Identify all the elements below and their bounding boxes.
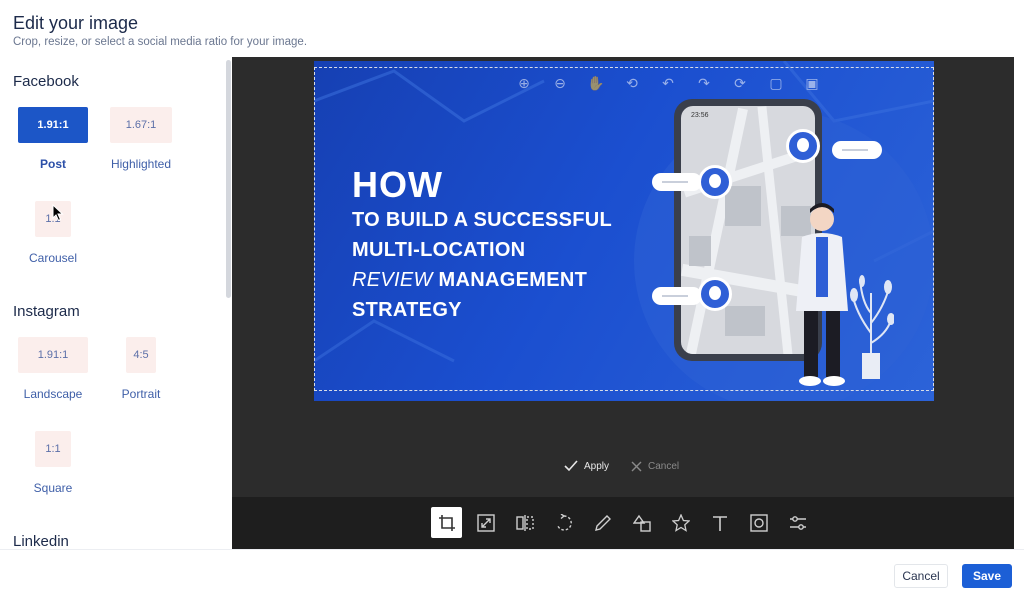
ratio-label: Highlighted [110, 157, 172, 171]
icon-tool[interactable] [665, 507, 696, 538]
ratio-preview: 1.91:1 [18, 337, 88, 373]
save-button[interactable]: Save [962, 564, 1012, 588]
ratio-option-instagram-landscape[interactable]: 1.91:1 Landscape [13, 331, 93, 413]
cancel-crop-button[interactable]: Cancel [631, 460, 679, 472]
reset-icon[interactable]: ⟳ [730, 73, 750, 93]
resize-icon [476, 513, 495, 532]
apply-label: Apply [584, 460, 610, 472]
image-editor: ⊕ ⊖ ✋ ⟲ ↶ ↷ ⟳ ▢ ▣ HOW TO BUILD A SUCCESS… [232, 57, 1014, 549]
cancel-button[interactable]: Cancel [894, 564, 948, 588]
image-headline: HOW TO BUILD A SUCCESSFUL MULTI-LOCATION… [352, 165, 612, 325]
headline-line-1: HOW [352, 164, 443, 205]
ratio-option-instagram-square[interactable]: 1:1 Square [13, 425, 93, 507]
avatar-pin-icon [698, 277, 732, 311]
close-icon [631, 461, 642, 471]
cancel-crop-label: Cancel [648, 460, 680, 472]
review-bubble [652, 287, 702, 305]
headline-line-4: REVIEW MANAGEMENT [352, 265, 612, 295]
resize-tool[interactable] [470, 507, 501, 538]
headline-line-5: STRATEGY [352, 299, 462, 321]
crop-action-row: Apply Cancel [564, 460, 679, 472]
ratio-option-instagram-portrait[interactable]: 4:5 Portrait [101, 331, 181, 413]
dialog-header: Edit your image Crop, resize, or select … [0, 0, 1024, 57]
ratio-label: Carousel [28, 251, 78, 265]
draw-tool[interactable] [587, 507, 618, 538]
undo-icon[interactable]: ↶ [658, 73, 678, 93]
apply-button[interactable]: Apply [564, 460, 609, 472]
shape-icon [632, 514, 651, 532]
businessman-illustration [796, 203, 848, 386]
crop-tool[interactable] [431, 507, 462, 538]
ratio-label: Landscape [23, 387, 83, 401]
headline-italic-word: REVIEW [352, 269, 433, 291]
canvas-top-toolbar: ⊕ ⊖ ✋ ⟲ ↶ ↷ ⟳ ▢ ▣ [514, 73, 822, 99]
ratio-option-facebook-highlighted[interactable]: 1.67:1 Highlighted [101, 101, 181, 183]
crop-icon [438, 514, 455, 531]
history-icon[interactable]: ⟲ [622, 73, 642, 93]
shape-tool[interactable] [626, 507, 657, 538]
avatar-pin-icon [698, 165, 732, 199]
ratio-label: Post [39, 157, 66, 171]
mask-tool[interactable] [743, 507, 774, 538]
avatar-pin-icon [786, 129, 820, 163]
ratio-sidebar: Facebook 1.91:1 Post 1.67:1 Highlighted … [0, 57, 232, 549]
editor-toolbar [232, 497, 1014, 549]
zoom-in-icon[interactable]: ⊕ [514, 73, 534, 93]
ratio-preview: 4:5 [126, 337, 156, 373]
ratio-preview: 1.91:1 [18, 107, 88, 143]
redo-icon[interactable]: ↷ [694, 73, 714, 93]
group-title-linkedin: Linkedin [13, 533, 69, 549]
delete-icon[interactable]: ▢ [766, 73, 786, 93]
star-icon [671, 513, 690, 532]
text-tool[interactable] [704, 507, 735, 538]
text-icon [712, 515, 727, 531]
headline-line-3: MULTI-LOCATION [352, 239, 526, 261]
zoom-out-icon[interactable]: ⊖ [550, 73, 570, 93]
filter-icon [789, 515, 806, 530]
dialog-footer: Cancel Save [0, 549, 1024, 597]
rotate-icon [556, 513, 572, 531]
headline-line-4-rest: MANAGEMENT [432, 269, 588, 291]
flip-icon [515, 514, 534, 531]
ratio-label: Portrait [121, 387, 161, 401]
ratio-preview: 1.67:1 [110, 107, 172, 143]
dialog-title: Edit your image [13, 13, 139, 33]
ratio-preview: 1:1 [35, 431, 71, 467]
ratio-label: Square [33, 481, 73, 495]
ratio-option-facebook-post[interactable]: 1.91:1 Post [13, 101, 93, 183]
check-icon [564, 460, 578, 472]
image-canvas[interactable]: ⊕ ⊖ ✋ ⟲ ↶ ↷ ⟳ ▢ ▣ HOW TO BUILD A SUCCESS… [314, 61, 934, 401]
mouse-cursor-icon [52, 204, 64, 222]
pan-hand-icon[interactable]: ✋ [586, 73, 606, 93]
draw-icon [594, 514, 611, 531]
review-bubble [652, 173, 702, 191]
sidebar-scrollbar[interactable] [226, 60, 231, 298]
group-title-facebook: Facebook [13, 73, 79, 90]
rotate-tool[interactable] [548, 507, 579, 538]
mask-icon [749, 513, 768, 532]
flip-tool[interactable] [509, 507, 540, 538]
dialog-subtitle: Crop, resize, or select a social media r… [13, 36, 308, 48]
plant-illustration [850, 275, 894, 379]
headline-line-2: TO BUILD A SUCCESSFUL [352, 209, 613, 231]
delete-all-icon[interactable]: ▣ [802, 73, 822, 93]
review-bubble [832, 141, 882, 159]
filter-tool[interactable] [782, 507, 813, 538]
group-title-instagram: Instagram [13, 303, 80, 320]
phone-time: 23:56 [691, 112, 709, 119]
